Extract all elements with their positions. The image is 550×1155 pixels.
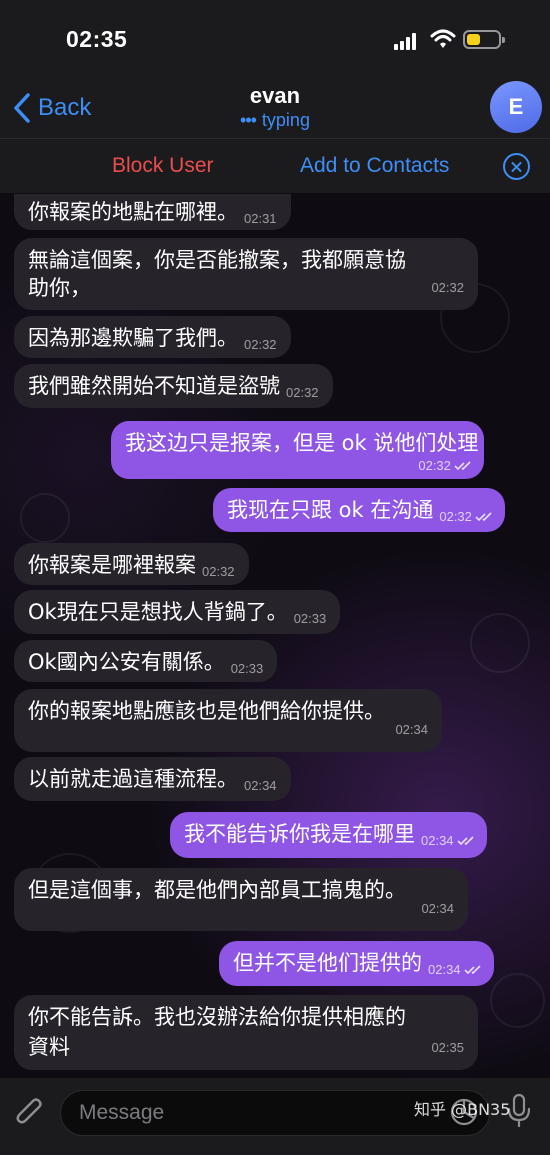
- message-time: 02:34: [428, 954, 484, 986]
- typing-label: typing: [261, 110, 310, 130]
- signal-icon: [394, 32, 420, 50]
- read-check-icon: [454, 461, 471, 471]
- message-time: 02:33: [230, 661, 264, 676]
- wifi-icon: [430, 29, 456, 48]
- read-check-icon: [463, 965, 481, 975]
- message-time: 02:32: [439, 501, 495, 533]
- chat-title[interactable]: evan: [0, 83, 550, 109]
- message-text-line2: 助你，: [28, 276, 91, 300]
- message-time: 02:32: [431, 280, 464, 295]
- message-text: Ok現在只是想找人背鍋了。: [28, 600, 288, 624]
- message-text: 我們雖然開始不知道是盜號: [28, 374, 280, 398]
- close-icon[interactable]: [503, 153, 530, 180]
- message-bubble[interactable]: 你報案是哪裡報案 02:32: [14, 543, 249, 585]
- message-text: Ok國內公安有關係。: [28, 650, 225, 674]
- avatar-letter: E: [508, 94, 524, 119]
- attach-icon[interactable]: [14, 1094, 46, 1130]
- message-text: 你不能告訴。我也沒辦法給你提供相應的: [28, 1005, 406, 1029]
- message-placeholder: Message: [79, 1101, 165, 1124]
- read-check-icon: [475, 512, 492, 522]
- message-bubble[interactable]: 但并不是他们提供的 02:34: [219, 941, 494, 986]
- read-check-icon: [456, 836, 474, 846]
- typing-dots-icon: •••: [240, 110, 257, 130]
- message-bubble[interactable]: 你不能告訴。我也沒辦法給你提供相應的 資料 02:35: [14, 995, 478, 1070]
- message-time: 02:32: [244, 337, 277, 352]
- message-text: 我现在只跟 ok 在沟通: [227, 498, 434, 522]
- message-text: 你的報案地點應該也是他們給你提供。: [28, 699, 385, 723]
- message-bubble[interactable]: Ok國內公安有關係。 02:33: [14, 640, 278, 682]
- status-bar: 02:35: [0, 0, 550, 78]
- add-to-contacts-button[interactable]: Add to Contacts: [300, 154, 449, 178]
- message-bubble[interactable]: 我不能告诉你我是在哪里 02:34: [170, 812, 487, 858]
- message-time: 02:34: [395, 722, 428, 737]
- message-text: 以前就走過這種流程。: [28, 767, 238, 791]
- message-bubble[interactable]: 我这边只是报案，但是 ok 说他们处理02:32: [111, 421, 484, 479]
- message-bubble[interactable]: 但是這個事，都是他們內部員工搞鬼的。 02:34: [14, 868, 468, 931]
- message-time: 02:32: [202, 564, 235, 579]
- message-text: 無論這個案，你是否能撤案，我都願意協: [28, 248, 406, 272]
- message-bubble[interactable]: 我們雖然開始不知道是盜號 02:32: [14, 364, 333, 408]
- block-user-button[interactable]: Block User: [112, 154, 214, 178]
- watermark: 知乎 @BN35: [414, 1100, 511, 1119]
- message-time: 02:33: [293, 611, 327, 626]
- message-bubble[interactable]: 無論這個案，你是否能撤案，我都願意協 助你， 02:32: [14, 238, 478, 310]
- message-text-line2: 資料: [28, 1035, 70, 1059]
- message-text: 因為那邊欺騙了我們。: [28, 326, 238, 350]
- message-time: 02:31: [244, 211, 277, 226]
- message-bubble[interactable]: 以前就走過這種流程。 02:34: [14, 757, 291, 801]
- message-text: 但并不是他们提供的: [233, 951, 422, 975]
- contact-action-bar: Block User Add to Contacts: [0, 138, 550, 193]
- chat-status: ••• typing: [0, 110, 550, 131]
- battery-icon: [463, 30, 505, 49]
- message-text: 但是這個事，都是他們內部員工搞鬼的。: [28, 878, 406, 902]
- message-time: 02:34: [421, 901, 454, 916]
- message-time: 02:34: [244, 778, 277, 793]
- message-bubble[interactable]: 你報案的地點在哪裡。 02:31: [14, 194, 291, 230]
- chat-header: Back evan ••• typing E: [0, 78, 550, 138]
- message-time: 02:35: [431, 1040, 464, 1055]
- message-text: 我不能告诉你我是在哪里: [184, 822, 415, 846]
- message-bubble[interactable]: 你的報案地點應該也是他們給你提供。 02:34: [14, 689, 442, 752]
- message-time: 02:32: [418, 450, 474, 482]
- avatar[interactable]: E: [490, 81, 542, 133]
- message-time: 02:32: [286, 385, 319, 400]
- message-time: 02:34: [421, 825, 477, 857]
- message-text: 你報案是哪裡報案: [28, 553, 196, 577]
- message-bubble[interactable]: 因為那邊欺騙了我們。 02:32: [14, 316, 291, 358]
- message-text: 你報案的地點在哪裡。: [28, 200, 238, 224]
- message-bubble[interactable]: Ok現在只是想找人背鍋了。 02:33: [14, 590, 341, 634]
- message-bubble[interactable]: 我现在只跟 ok 在沟通 02:32: [213, 488, 505, 532]
- status-time: 02:35: [66, 26, 128, 52]
